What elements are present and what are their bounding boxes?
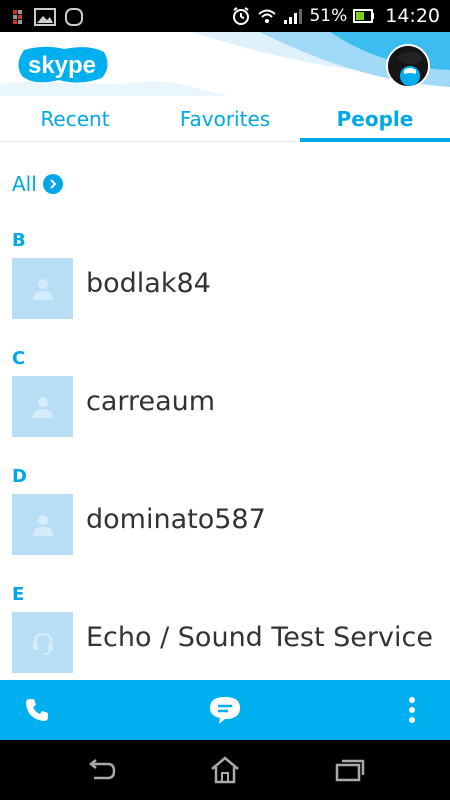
contact-avatar <box>12 612 73 673</box>
system-nav-bar <box>0 740 450 800</box>
back-icon <box>88 759 116 780</box>
skype-logo: skype <box>18 46 108 83</box>
contact-avatar <box>12 376 73 437</box>
sim-icon <box>13 10 22 24</box>
signal-icon <box>284 9 303 24</box>
contact-list: B bodlak84 C carreaum D dominato587 E Ec… <box>0 228 450 700</box>
person-icon <box>32 396 53 418</box>
filter-label: All <box>12 172 37 196</box>
more-options-button[interactable] <box>392 680 432 740</box>
recent-apps-icon <box>335 759 365 782</box>
person-icon <box>32 514 53 536</box>
app-header: skype <box>0 32 450 96</box>
skype-app: skype Recent Favorites People All B bodl… <box>0 32 450 740</box>
section-header-c: C <box>12 348 26 369</box>
recent-apps-button[interactable] <box>310 740 390 800</box>
battery-icon <box>353 9 375 23</box>
contact-row[interactable]: bodlak84 <box>0 254 450 346</box>
filter-dropdown[interactable]: All <box>12 172 63 196</box>
gallery-icon <box>34 8 56 26</box>
clock: 14:20 <box>385 5 440 27</box>
skype-logo-text: skype <box>28 52 96 79</box>
contact-row[interactable]: carreaum <box>0 372 450 464</box>
tab-people[interactable]: People <box>300 96 450 142</box>
call-button[interactable] <box>12 680 62 740</box>
status-left-icons <box>12 7 84 27</box>
action-bar <box>0 680 450 740</box>
home-button[interactable] <box>185 740 265 800</box>
section-header-e: E <box>12 584 25 605</box>
phone-icon <box>26 699 48 721</box>
contact-name: bodlak84 <box>86 268 211 299</box>
back-button[interactable] <box>60 740 140 800</box>
tab-recent[interactable]: Recent <box>0 96 150 141</box>
home-icon <box>211 756 239 784</box>
chevron-right-icon <box>42 174 63 194</box>
battery-percent: 51% <box>309 6 348 26</box>
alarm-icon <box>233 7 250 25</box>
notification-icon <box>65 8 83 26</box>
contact-name: Echo / Sound Test Service <box>86 622 433 653</box>
section-header-d: D <box>12 466 27 487</box>
tab-favorites[interactable]: Favorites <box>150 96 300 141</box>
chat-button[interactable] <box>200 680 250 740</box>
more-icon <box>409 697 415 723</box>
status-bar: 51% 14:20 <box>0 0 450 32</box>
tab-bar: Recent Favorites People <box>0 96 450 142</box>
contact-name: carreaum <box>86 386 216 417</box>
section-header-b: B <box>12 230 26 251</box>
headset-icon <box>32 632 53 655</box>
person-icon <box>32 278 53 300</box>
wifi-icon <box>258 9 277 23</box>
profile-avatar[interactable] <box>386 44 430 88</box>
contact-avatar <box>12 494 73 555</box>
contact-name: dominato587 <box>86 504 266 535</box>
contact-row[interactable]: dominato587 <box>0 490 450 582</box>
chat-icon <box>210 697 240 724</box>
contact-avatar <box>12 258 73 319</box>
status-right: 51% 14:20 <box>231 4 440 28</box>
